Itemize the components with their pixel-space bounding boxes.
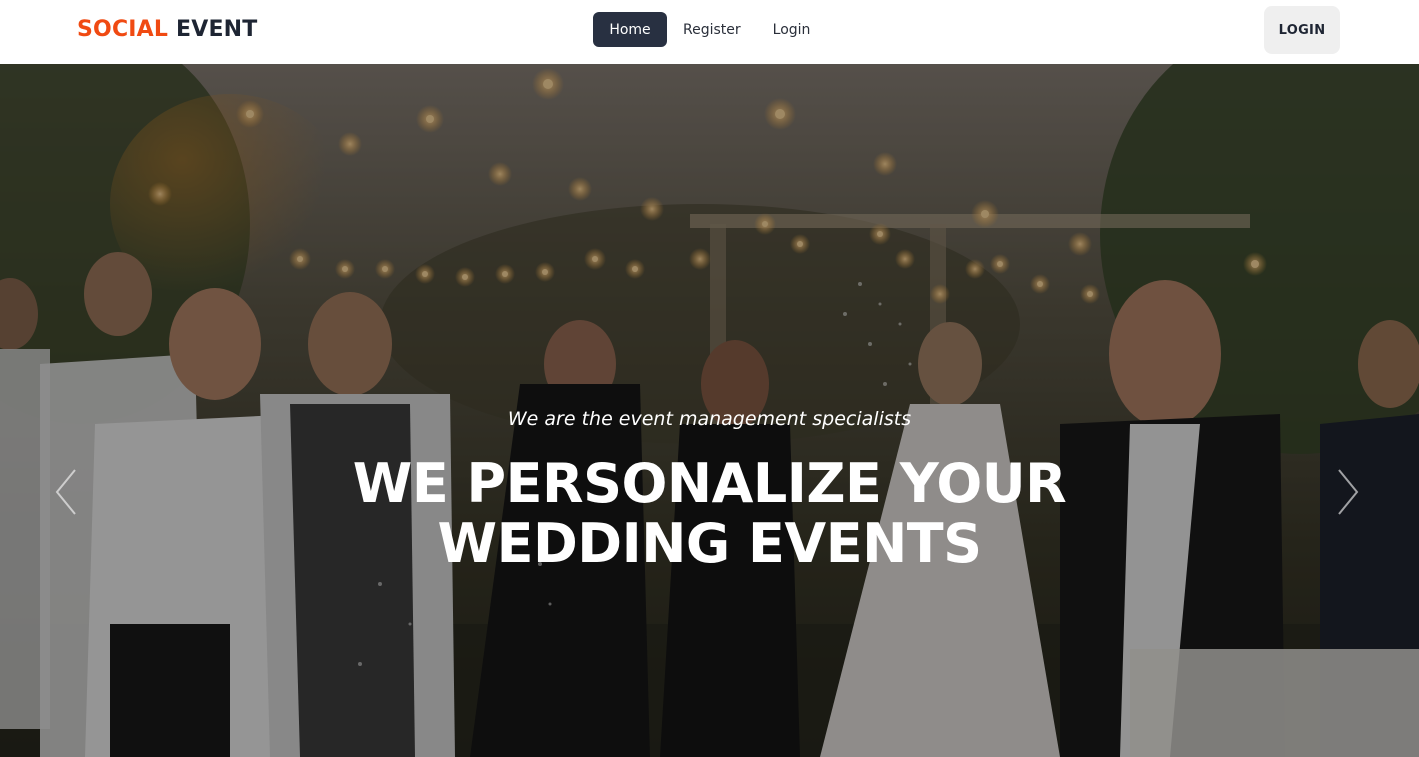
login-button[interactable]: LOGIN xyxy=(1264,6,1340,54)
nav-link-home[interactable]: Home xyxy=(593,12,667,47)
hero-subtitle: We are the event management specialists xyxy=(507,408,912,430)
brand-part-social: SOCIAL xyxy=(77,17,169,42)
hero-headline: WE PERSONALIZE YOUR WEDDING EVENTS xyxy=(0,454,1419,574)
chevron-right-icon xyxy=(1338,469,1359,515)
brand-logo[interactable]: SOCIAL EVENT xyxy=(77,16,258,44)
hero-caption: We are the event management specialists … xyxy=(0,64,1419,757)
carousel-prev-button[interactable] xyxy=(46,464,86,520)
nav-link-register[interactable]: Register xyxy=(667,12,757,47)
carousel-next-button[interactable] xyxy=(1328,464,1368,520)
hero-headline-line2: WEDDING EVENTS xyxy=(437,512,983,575)
nav-link-login[interactable]: Login xyxy=(757,12,827,47)
main-nav: Home Register Login xyxy=(593,12,826,47)
hero-carousel: We are the event management specialists … xyxy=(0,64,1419,757)
hero-headline-line1: WE PERSONALIZE YOUR xyxy=(352,452,1067,515)
brand-part-event: EVENT xyxy=(175,17,258,42)
chevron-left-icon xyxy=(55,469,76,515)
navbar: SOCIAL EVENT Home Register Login LOGIN xyxy=(0,0,1419,64)
